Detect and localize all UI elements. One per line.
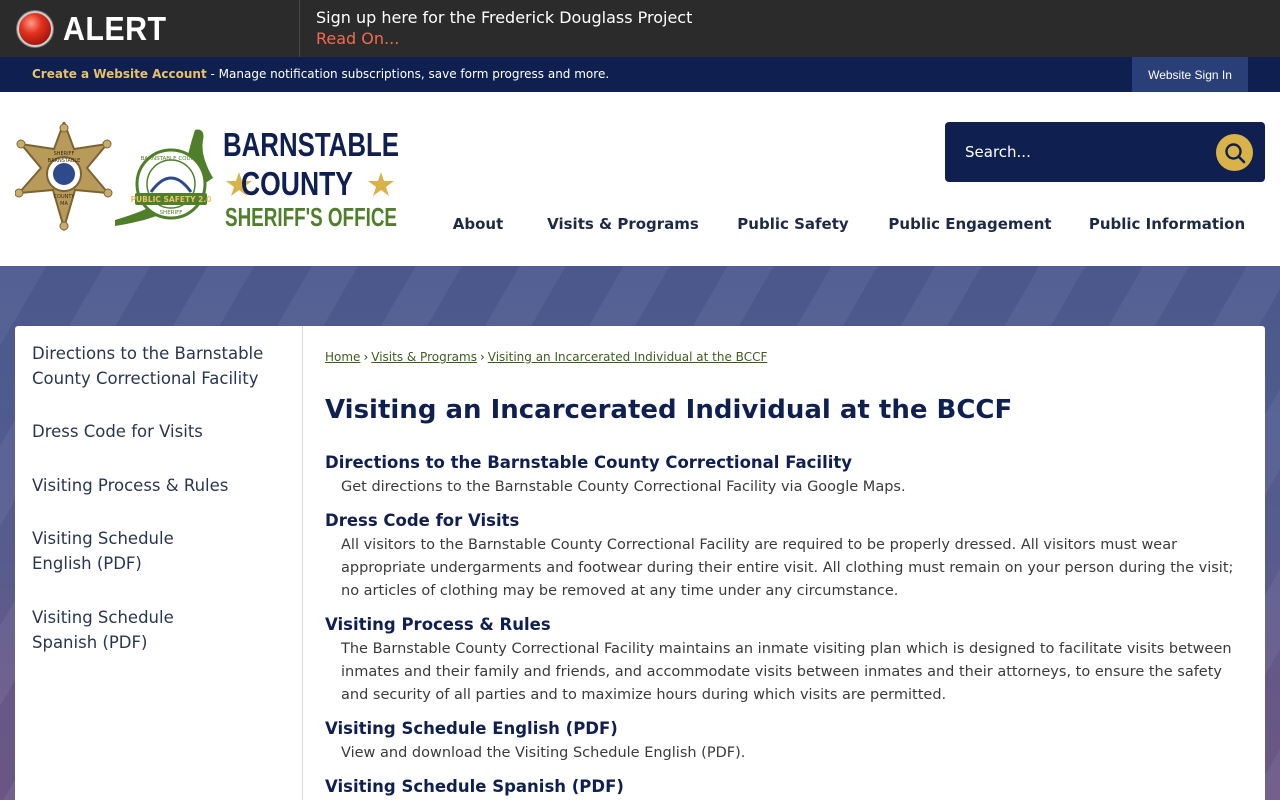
entry-title-visiting-process[interactable]: Visiting Process & Rules <box>325 615 551 634</box>
logo-line-sheriffs-office: SHERIFF'S OFFICE <box>225 202 397 232</box>
create-account-link[interactable]: Create a Website Account <box>32 67 207 81</box>
sidebar-navigation: Directions to the Barnstable County Corr… <box>15 326 303 800</box>
entry-description-dress-code: All visitors to the Barnstable County Co… <box>341 537 1234 599</box>
svg-text:SHERIFF: SHERIFF <box>54 151 75 157</box>
svg-text:SHERIFF: SHERIFF <box>160 210 183 216</box>
account-notice: Create a Website Account - Manage notifi… <box>32 67 609 81</box>
search-icon <box>1224 142 1245 163</box>
account-bar: Create a Website Account - Manage notifi… <box>0 57 1280 92</box>
sidebar-item-directions[interactable]: Directions to the Barnstable County Corr… <box>32 341 282 391</box>
svg-text:COUNTY: COUNTY <box>54 194 76 200</box>
svg-text:BARNSTABLE: BARNSTABLE <box>48 158 81 164</box>
account-description: - Manage notification subscriptions, sav… <box>206 67 610 81</box>
gold-star-right-icon <box>368 172 394 196</box>
breadcrumb-separator: › <box>363 350 369 364</box>
entry-title-schedule-spanish[interactable]: Visiting Schedule Spanish (PDF) <box>325 777 624 796</box>
website-sign-in-button[interactable]: Website Sign In <box>1132 57 1248 92</box>
sidebar-item-dress-code[interactable]: Dress Code for Visits <box>32 419 282 444</box>
nav-about[interactable]: About <box>425 204 531 244</box>
breadcrumb-visits-programs[interactable]: Visits & Programs <box>371 350 477 364</box>
alert-message[interactable]: Sign up here for the Frederick Douglass … <box>316 8 692 28</box>
search-box <box>945 122 1265 182</box>
public-safety-seal-icon: PUBLIC SAFETY 2.0 BARNSTABLE COUNTY SHER… <box>131 148 212 220</box>
alert-light-icon <box>17 10 53 47</box>
entry-description-directions: Get directions to the Barnstable County … <box>341 479 906 495</box>
nav-visits-programs[interactable]: Visits & Programs <box>531 204 715 244</box>
alert-bar: ALERT Sign up here for the Frederick Dou… <box>0 0 1280 57</box>
entry-title-directions[interactable]: Directions to the Barnstable County Corr… <box>325 453 852 472</box>
entry-description-schedule-english: View and download the Visiting Schedule … <box>341 745 746 761</box>
page-title: Visiting an Incarcerated Individual at t… <box>325 395 1013 425</box>
sidebar-item-schedule-english[interactable]: Visiting Schedule English (PDF) <box>32 526 232 576</box>
alert-read-on-link[interactable]: Read On... <box>316 28 692 50</box>
site-header: SHERIFF BARNSTABLE COUNTY MA PUBLIC SAFE… <box>0 92 1280 266</box>
nav-public-engagement[interactable]: Public Engagement <box>871 204 1069 244</box>
nav-public-safety[interactable]: Public Safety <box>715 204 871 244</box>
sidebar-item-schedule-spanish[interactable]: Visiting Schedule Spanish (PDF) <box>32 605 242 655</box>
search-button[interactable] <box>1216 134 1253 171</box>
alert-label-area: ALERT <box>0 0 300 57</box>
entry-title-schedule-english[interactable]: Visiting Schedule English (PDF) <box>325 719 618 738</box>
content-card: Directions to the Barnstable County Corr… <box>15 326 1265 800</box>
svg-text:MA: MA <box>60 201 68 207</box>
logo-line-barnstable: BARNSTABLE <box>223 126 399 163</box>
entry-title-dress-code[interactable]: Dress Code for Visits <box>325 511 519 530</box>
nav-public-information[interactable]: Public Information <box>1069 204 1265 244</box>
breadcrumb: Home › Visits & Programs › Visiting an Incar… <box>325 350 767 364</box>
search-input[interactable] <box>953 128 1213 176</box>
breadcrumb-current-page[interactable]: Visiting an Incarcerated Individual at t… <box>488 350 768 364</box>
svg-text:PUBLIC SAFETY 2.0: PUBLIC SAFETY 2.0 <box>131 195 212 204</box>
sidebar-item-visiting-process[interactable]: Visiting Process & Rules <box>32 473 282 498</box>
svg-text:BARNSTABLE COUNTY: BARNSTABLE COUNTY <box>141 156 202 162</box>
entry-description-visiting-process: The Barnstable County Correctional Facil… <box>341 641 1232 703</box>
sheriff-office-logo[interactable]: SHERIFF BARNSTABLE COUNTY MA PUBLIC SAFE… <box>15 122 400 234</box>
main-navigation: About Visits & Programs Public Safety Pu… <box>425 204 1280 244</box>
breadcrumb-separator: › <box>479 350 485 364</box>
logo-line-county: COUNTY <box>241 165 353 202</box>
alert-message-area: Sign up here for the Frederick Douglass … <box>300 0 692 57</box>
alert-title: ALERT <box>63 9 167 47</box>
sheriff-star-badge-icon: SHERIFF BARNSTABLE COUNTY MA <box>15 122 113 232</box>
breadcrumb-home[interactable]: Home <box>325 350 360 364</box>
